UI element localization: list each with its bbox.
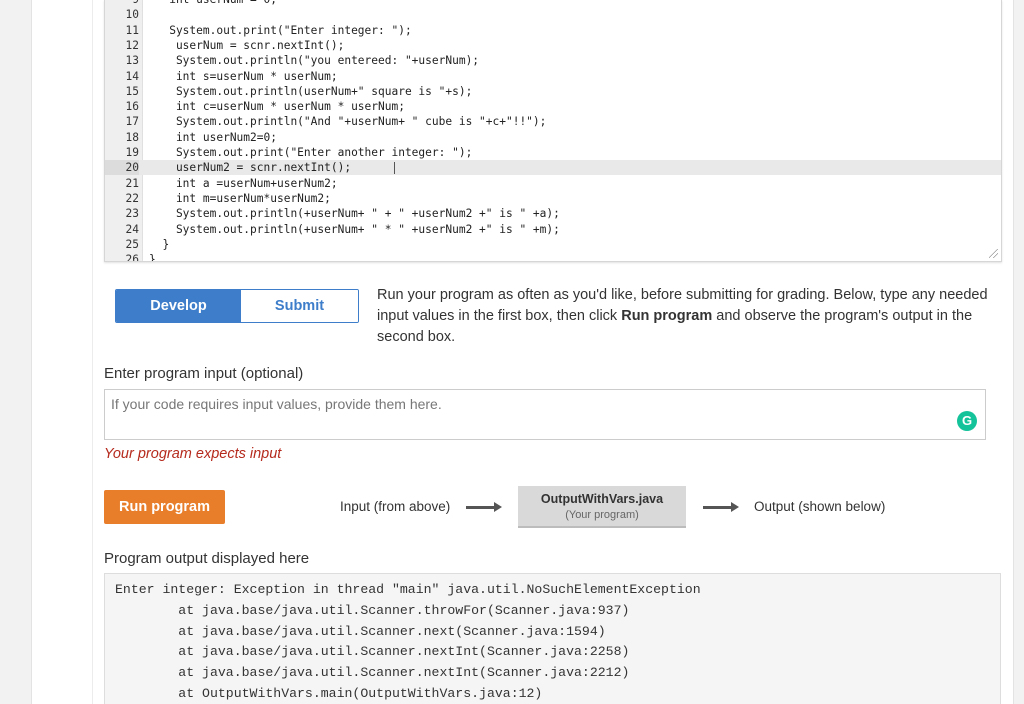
code-line[interactable]: 18 int userNum2=0;	[105, 130, 1001, 145]
resize-handle-icon[interactable]	[989, 249, 998, 258]
code-line[interactable]: 14 int s=userNum * userNum;	[105, 69, 1001, 84]
code-line[interactable]: 10	[105, 7, 1001, 22]
line-number: 14	[105, 69, 139, 84]
line-number: 19	[105, 145, 139, 160]
input-label: Enter program input (optional)	[104, 365, 303, 382]
code-line[interactable]: 22 int m=userNum*userNum2;	[105, 191, 1001, 206]
line-number: 16	[105, 99, 139, 114]
code-text: int m=userNum*userNum2;	[149, 191, 331, 206]
code-text: System.out.println(+userNum+ " * " +user…	[149, 222, 560, 237]
output-label: Program output displayed here	[104, 550, 309, 567]
code-text: userNum2 = scnr.nextInt();	[149, 160, 351, 175]
submit-mode-button[interactable]: Submit mode	[241, 290, 358, 322]
code-editor[interactable]: 9 int userNum = 0;1011 System.out.print(…	[104, 0, 1002, 262]
code-text: System.out.println(+userNum+ " + " +user…	[149, 206, 560, 221]
code-line[interactable]: 13 System.out.println("you entereed: "+u…	[105, 53, 1001, 68]
arrow-right-icon	[703, 506, 733, 509]
line-number: 12	[105, 38, 139, 53]
input-from-above-label: Input (from above)	[340, 499, 450, 514]
line-number: 26	[105, 252, 139, 262]
code-line[interactable]: 19 System.out.print("Enter another integ…	[105, 145, 1001, 160]
program-subtitle: (Your program)	[518, 509, 686, 521]
arrow-right-icon	[466, 506, 496, 509]
code-line[interactable]: 9 int userNum = 0;	[105, 0, 1001, 7]
input-placeholder: If your code requires input values, prov…	[111, 396, 442, 412]
code-line[interactable]: 11 System.out.print("Enter integer: ");	[105, 23, 1001, 38]
code-line[interactable]: 16 int c=userNum * userNum * userNum;	[105, 99, 1001, 114]
code-line[interactable]: 20 userNum2 = scnr.nextInt();	[105, 160, 1001, 175]
line-number: 23	[105, 206, 139, 221]
code-text: int s=userNum * userNum;	[149, 69, 338, 84]
code-text: }	[149, 252, 156, 262]
line-number: 18	[105, 130, 139, 145]
code-text: System.out.println("And "+userNum+ " cub…	[149, 114, 546, 129]
code-line[interactable]: 26}	[105, 252, 1001, 262]
mode-toggle: Develop mode Submit mode	[115, 289, 359, 323]
code-text: System.out.println(userNum+" square is "…	[149, 84, 472, 99]
program-output: Enter integer: Exception in thread "main…	[104, 573, 1001, 704]
code-text: int c=userNum * userNum * userNum;	[149, 99, 405, 114]
line-number: 22	[105, 191, 139, 206]
line-number: 15	[105, 84, 139, 99]
code-text: int userNum = 0;	[149, 0, 277, 7]
help-text-bold: Run program	[621, 308, 712, 324]
output-shown-below-label: Output (shown below)	[754, 499, 885, 514]
code-line[interactable]: 12 userNum = scnr.nextInt();	[105, 38, 1001, 53]
code-line[interactable]: 24 System.out.println(+userNum+ " * " +u…	[105, 222, 1001, 237]
code-line[interactable]: 25 }	[105, 237, 1001, 252]
program-box: OutputWithVars.java (Your program)	[518, 486, 686, 528]
code-line[interactable]: 23 System.out.println(+userNum+ " + " +u…	[105, 206, 1001, 221]
line-number: 13	[105, 53, 139, 68]
grammarly-icon[interactable]: G	[957, 411, 977, 431]
code-text: System.out.print("Enter integer: ");	[149, 23, 412, 38]
code-text: int userNum2=0;	[149, 130, 277, 145]
input-warning: Your program expects input	[104, 446, 281, 462]
program-name: OutputWithVars.java	[518, 492, 686, 506]
code-text: }	[149, 237, 169, 252]
line-number: 11	[105, 23, 139, 38]
divider	[92, 0, 93, 704]
develop-mode-button[interactable]: Develop mode	[116, 290, 241, 322]
code-text: System.out.print("Enter another integer:…	[149, 145, 472, 160]
run-program-button[interactable]: Run program	[104, 490, 225, 524]
code-text: int a =userNum+userNum2;	[149, 176, 338, 191]
line-number: 10	[105, 7, 139, 22]
program-input-field[interactable]: If your code requires input values, prov…	[104, 389, 986, 440]
line-number: 24	[105, 222, 139, 237]
code-text: userNum = scnr.nextInt();	[149, 38, 344, 53]
line-number: 25	[105, 237, 139, 252]
code-line[interactable]: 15 System.out.println(userNum+" square i…	[105, 84, 1001, 99]
code-text: System.out.println("you entereed: "+user…	[149, 53, 479, 68]
line-number: 20	[105, 160, 139, 175]
help-text: Run your program as often as you'd like,…	[377, 285, 1002, 348]
code-line[interactable]: 17 System.out.println("And "+userNum+ " …	[105, 114, 1001, 129]
line-number: 21	[105, 176, 139, 191]
line-number: 17	[105, 114, 139, 129]
code-line[interactable]: 21 int a =userNum+userNum2;	[105, 176, 1001, 191]
line-number: 9	[105, 0, 139, 7]
text-cursor	[394, 162, 395, 174]
